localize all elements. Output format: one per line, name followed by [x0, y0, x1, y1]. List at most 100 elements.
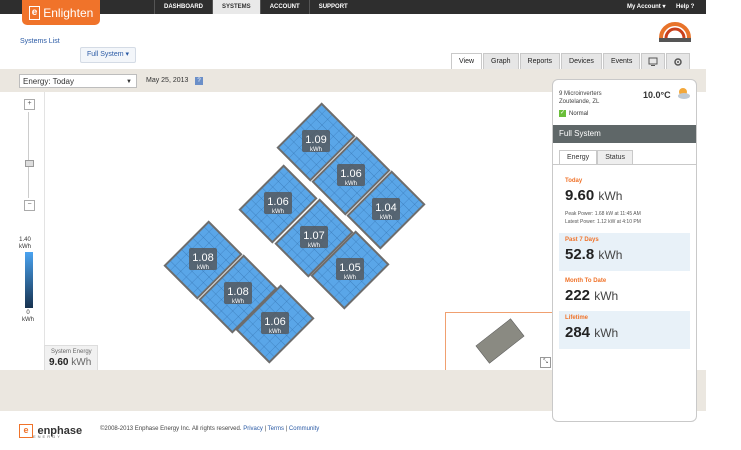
- nav-systems[interactable]: SYSTEMS: [212, 0, 260, 14]
- panel-value: 1.06: [340, 168, 361, 180]
- tab-divider: [553, 164, 696, 165]
- latest-power: Latest Power: 1.12 kW at 4:10 PM: [565, 219, 641, 225]
- nav-support[interactable]: SUPPORT: [308, 0, 357, 14]
- tab-reports[interactable]: Reports: [519, 53, 561, 70]
- energy-card-month-to-date: Month To Date 222 kWh: [559, 274, 690, 312]
- chevron-down-icon: ▼: [126, 79, 132, 85]
- help-link[interactable]: Help ?: [676, 0, 694, 14]
- sidebar-title: Full System: [553, 125, 696, 143]
- nav-account[interactable]: ACCOUNT: [259, 0, 309, 14]
- tab-graph[interactable]: Graph: [483, 53, 519, 70]
- card-unit: kWh: [598, 248, 623, 262]
- card-number: 284: [565, 324, 591, 341]
- panel-value: 1.06: [264, 316, 285, 328]
- zoom-out-button[interactable]: −: [24, 200, 35, 211]
- system-sidebar: 9 Microinverters Zoutelande, ZL 10.0°C ✓…: [552, 79, 697, 422]
- weather-sun-cloud-icon: [678, 88, 690, 99]
- privacy-link[interactable]: Privacy: [243, 426, 263, 432]
- enlighten-logo[interactable]: e Enlighten: [22, 0, 100, 25]
- card-value: 222 kWh: [565, 287, 618, 304]
- copyright-text: ©2008-2013 Enphase Energy Inc. All right…: [100, 426, 242, 432]
- location-line1: 9 Microinverters: [559, 91, 602, 97]
- zoom-in-button[interactable]: +: [24, 99, 35, 110]
- minimap[interactable]: [445, 312, 554, 371]
- card-number: 222: [565, 287, 591, 304]
- minimap-svg: [475, 318, 525, 364]
- panel-unit: kWh: [232, 299, 244, 305]
- zoom-slider-handle[interactable]: [25, 160, 34, 167]
- tab-devices[interactable]: Devices: [561, 53, 602, 70]
- status-indicator: ✓ Normal: [559, 110, 588, 117]
- panel-unit: kWh: [310, 147, 322, 153]
- panel-unit: kWh: [344, 275, 356, 281]
- energy-color-scale: [25, 252, 33, 308]
- card-value: 9.60 kWh: [565, 187, 622, 204]
- tab-events[interactable]: Events: [602, 53, 641, 70]
- card-value: 52.8 kWh: [565, 246, 622, 263]
- system-energy-number: 9.60: [49, 357, 69, 368]
- date-label: May 25, 2013: [146, 77, 189, 84]
- scale-min-unit: kWh: [22, 317, 34, 323]
- community-link[interactable]: Community: [289, 426, 319, 432]
- card-label: Past 7 Days: [565, 237, 599, 243]
- panel-value: 1.08: [192, 252, 213, 264]
- tab-energy[interactable]: Energy: [559, 150, 598, 165]
- logo-text: Enlighten: [43, 5, 94, 20]
- panel-value: 1.07: [303, 230, 324, 242]
- panel-unit: kWh: [272, 209, 284, 215]
- view-tabs: View Graph Reports Devices Events: [451, 53, 691, 70]
- card-unit: kWh: [594, 289, 619, 303]
- panel-unit: kWh: [345, 181, 357, 187]
- nav-dashboard[interactable]: DASHBOARD: [154, 0, 212, 14]
- enphase-logo[interactable]: e enphase ENERGY: [19, 422, 82, 440]
- logo-bracket: e: [28, 5, 41, 20]
- system-energy-value: 9.60 kWh: [49, 357, 91, 368]
- systems-list-link[interactable]: Systems List: [20, 38, 60, 45]
- panel-value: 1.09: [305, 134, 326, 146]
- card-unit: kWh: [594, 326, 619, 340]
- panel-value: 1.08: [227, 286, 248, 298]
- panel-unit: kWh: [269, 329, 281, 335]
- sidebar-tabs: Energy Status: [559, 150, 634, 165]
- energy-select-value: Energy: Today: [23, 77, 74, 86]
- panel-unit: kWh: [380, 215, 392, 221]
- zoom-track[interactable]: [28, 112, 29, 198]
- tab-status[interactable]: Status: [597, 150, 634, 165]
- energy-card-today: Today 9.60 kWh Peak Power: 1.68 kW at 11…: [559, 174, 690, 229]
- scale-max-unit: kWh: [19, 244, 31, 250]
- system-energy-label: System Energy: [51, 349, 92, 355]
- my-account-menu[interactable]: My Account ▾: [627, 0, 665, 14]
- energy-card-lifetime: Lifetime 284 kWh: [559, 311, 690, 349]
- card-label: Lifetime: [565, 315, 589, 321]
- monitor-icon[interactable]: [641, 53, 666, 70]
- location-line2: Zoutelande, ZL: [559, 99, 600, 105]
- gear-icon[interactable]: [666, 53, 691, 70]
- card-value: 284 kWh: [565, 324, 618, 341]
- status-text: Normal: [569, 110, 589, 117]
- expand-icon[interactable]: ⤡: [540, 357, 551, 368]
- card-label: Today: [565, 178, 583, 184]
- left-controls: [0, 92, 44, 370]
- location: 9 Microinverters Zoutelande, ZL: [559, 90, 602, 106]
- energy-select[interactable]: Energy: Today ▼: [19, 74, 137, 88]
- scale-max: 1.40 kWh: [19, 237, 31, 251]
- peak-power: Peak Power: 1.68 kW at 11:45 AM: [565, 211, 641, 217]
- terms-link[interactable]: Terms: [268, 426, 284, 432]
- tab-view[interactable]: View: [451, 53, 483, 70]
- card-number: 52.8: [565, 246, 595, 263]
- card-label: Month To Date: [565, 278, 607, 284]
- help-button[interactable]: ?: [195, 77, 203, 85]
- full-system-dropdown[interactable]: Full System ▾: [80, 47, 137, 63]
- energy-card-past-7-days: Past 7 Days 52.8 kWh: [559, 233, 690, 271]
- temperature: 10.0°C: [643, 90, 671, 100]
- panel-value: 1.05: [339, 262, 360, 274]
- panel-value: 1.06: [267, 196, 288, 208]
- check-icon: ✓: [559, 110, 566, 117]
- system-energy-box: System Energy 9.60 kWh: [44, 345, 98, 371]
- panel-unit: kWh: [197, 265, 209, 271]
- card-number: 9.60: [565, 187, 595, 204]
- enphase-logo-mark: e: [19, 423, 33, 438]
- scale-min-value: 0: [26, 310, 30, 316]
- footer-copyright: ©2008-2013 Enphase Energy Inc. All right…: [100, 426, 320, 432]
- card-unit: kWh: [598, 189, 623, 203]
